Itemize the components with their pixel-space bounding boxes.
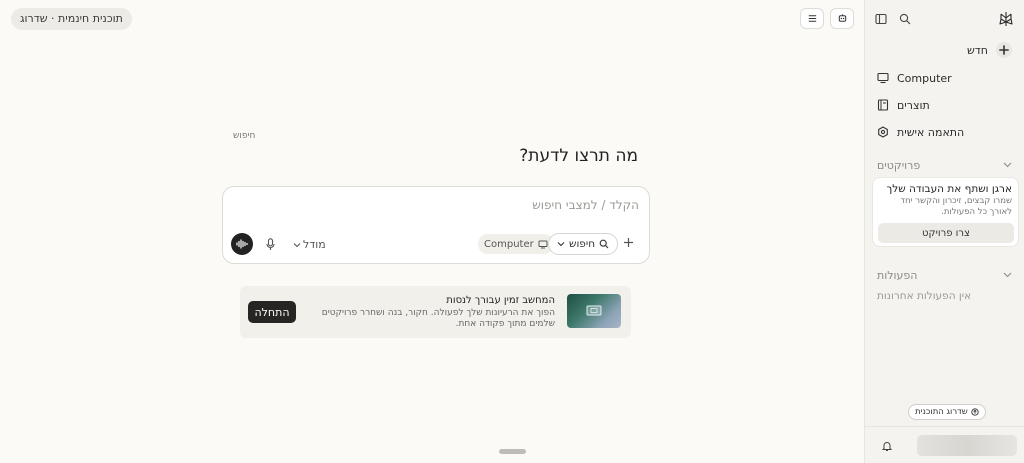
composer[interactable]: הקלד / למצבי חיפוש מודל Computer חיפוש xyxy=(222,186,650,264)
project-card: ארגן ושתף את העבודה שלך שמרו קבצים, זיכר… xyxy=(872,177,1019,247)
menu-icon xyxy=(808,15,816,22)
sidebar-item-outputs[interactable]: תוצרים xyxy=(877,96,1012,114)
search-hint: חיפוש xyxy=(233,131,256,141)
promo-title: המחשב זמין עבורך לנסות xyxy=(446,295,555,306)
book-icon xyxy=(877,99,889,111)
sidebar-footer xyxy=(865,426,1024,463)
voice-mode-button[interactable] xyxy=(231,233,253,255)
sidebar: חדש Computer תוצרים התאמה אישית פרויקטים… xyxy=(864,0,1024,463)
robot-icon xyxy=(838,14,846,22)
bell-icon xyxy=(881,442,893,451)
upgrade-icon xyxy=(971,408,979,416)
main-area: תוכנית חינמית · שדרוג חיפוש מה תרצו לדעת… xyxy=(0,0,864,463)
query-input[interactable]: הקלד / למצבי חיפוש xyxy=(532,198,639,212)
notifications-button[interactable] xyxy=(881,440,893,452)
plan-upgrade-pill[interactable]: תוכנית חינמית · שדרוג xyxy=(11,8,132,30)
search-chip-label: חיפוש xyxy=(569,238,596,250)
sidebar-item-label: Computer xyxy=(897,71,952,85)
monitor-icon xyxy=(586,305,602,316)
microphone-icon xyxy=(265,237,275,250)
actions-section-title: הפעולות xyxy=(877,268,918,282)
empty-actions-text: אין הפעולות אחרונות xyxy=(877,290,972,302)
menu-button[interactable] xyxy=(800,8,824,29)
model-selector[interactable]: מודל xyxy=(293,238,326,251)
sidebar-item-label: תוצרים xyxy=(897,98,930,112)
chevron-down-icon xyxy=(1003,162,1012,168)
waveform-icon xyxy=(236,239,248,249)
sidebar-item-computer[interactable]: Computer xyxy=(877,69,1012,87)
sidebar-icon xyxy=(875,13,887,25)
plus-icon xyxy=(624,238,633,247)
toggle-sidebar-button[interactable] xyxy=(874,12,888,26)
plus-icon xyxy=(996,42,1012,58)
project-card-title: ארגן ושתף את העבודה שלך xyxy=(886,183,1012,195)
computer-promo-card: התחלה המחשב זמין עבורך לנסות הפוך את הרע… xyxy=(240,286,631,338)
actions-section-header[interactable]: הפעולות xyxy=(877,267,1012,283)
projects-section-header[interactable]: פרויקטים xyxy=(877,157,1012,173)
sidebar-item-personalization[interactable]: התאמה אישית xyxy=(877,123,1012,141)
chevron-down-icon xyxy=(557,242,565,247)
assistant-button[interactable] xyxy=(830,8,854,29)
chevron-down-icon xyxy=(1003,272,1012,278)
search-button[interactable] xyxy=(898,12,912,26)
start-button[interactable]: התחלה xyxy=(248,301,296,323)
project-card-description: שמרו קבצים, זיכרון והקשר יחד לאורך כל הפ… xyxy=(900,196,1012,217)
computer-chip-label: Computer xyxy=(484,238,534,250)
sidebar-item-label: התאמה אישית xyxy=(897,125,965,139)
chevron-down-icon xyxy=(293,242,301,247)
logo[interactable] xyxy=(998,11,1014,27)
projects-section-title: פרויקטים xyxy=(877,158,921,172)
promo-description: הפוך את הרעיונות שלך לפעולה. חקור, בנה ו… xyxy=(321,308,555,329)
logo-icon xyxy=(999,12,1013,26)
search-icon xyxy=(899,13,911,25)
new-label: חדש xyxy=(967,43,988,57)
monitor-icon xyxy=(538,240,548,248)
user-profile[interactable] xyxy=(917,435,1017,456)
search-icon xyxy=(599,239,609,249)
upgrade-label: שדרוג התוכנית xyxy=(915,407,968,417)
settings-icon xyxy=(878,126,888,138)
create-project-button[interactable]: צרו פרויקט xyxy=(878,223,1014,243)
model-label: מודל xyxy=(303,238,326,251)
add-attachment-button[interactable] xyxy=(623,235,634,251)
new-thread-button[interactable]: חדש xyxy=(877,41,1012,59)
promo-thumbnail xyxy=(567,294,621,328)
microphone-button[interactable] xyxy=(263,236,277,252)
search-mode-chip[interactable]: חיפוש xyxy=(548,233,619,255)
computer-mode-chip[interactable]: Computer xyxy=(478,234,554,254)
scroll-handle[interactable] xyxy=(499,449,526,454)
upgrade-plan-button[interactable]: שדרוג התוכנית xyxy=(908,404,986,420)
page-title: מה תרצו לדעת? xyxy=(519,146,638,166)
monitor-icon xyxy=(877,72,889,84)
